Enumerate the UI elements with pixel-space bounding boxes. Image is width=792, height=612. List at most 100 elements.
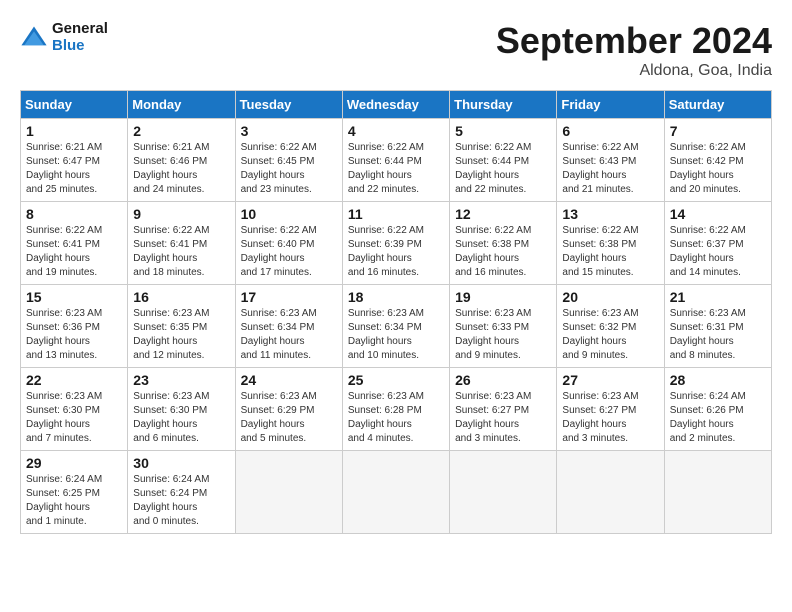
logo-icon: [20, 23, 48, 51]
header-row: Sunday Monday Tuesday Wednesday Thursday…: [21, 91, 772, 119]
col-friday: Friday: [557, 91, 664, 119]
day-number: 1: [26, 123, 122, 139]
calendar-week-1: 8 Sunrise: 6:22 AM Sunset: 6:41 PM Dayli…: [21, 202, 772, 285]
col-saturday: Saturday: [664, 91, 771, 119]
day-info: Sunrise: 6:23 AM Sunset: 6:36 PM Dayligh…: [26, 307, 122, 363]
calendar-cell: 20 Sunrise: 6:23 AM Sunset: 6:32 PM Dayl…: [557, 285, 664, 368]
calendar-cell: 15 Sunrise: 6:23 AM Sunset: 6:36 PM Dayl…: [21, 285, 128, 368]
page-header: General Blue September 2024 Aldona, Goa,…: [20, 20, 772, 80]
day-info: Sunrise: 6:23 AM Sunset: 6:31 PM Dayligh…: [670, 307, 766, 363]
day-info: Sunrise: 6:23 AM Sunset: 6:34 PM Dayligh…: [241, 307, 337, 363]
calendar-cell: 6 Sunrise: 6:22 AM Sunset: 6:43 PM Dayli…: [557, 119, 664, 202]
day-info: Sunrise: 6:24 AM Sunset: 6:26 PM Dayligh…: [670, 390, 766, 446]
day-number: 5: [455, 123, 551, 139]
col-tuesday: Tuesday: [235, 91, 342, 119]
calendar-cell: 14 Sunrise: 6:22 AM Sunset: 6:37 PM Dayl…: [664, 202, 771, 285]
day-info: Sunrise: 6:22 AM Sunset: 6:38 PM Dayligh…: [562, 224, 658, 280]
day-info: Sunrise: 6:23 AM Sunset: 6:35 PM Dayligh…: [133, 307, 229, 363]
day-number: 13: [562, 206, 658, 222]
day-info: Sunrise: 6:22 AM Sunset: 6:39 PM Dayligh…: [348, 224, 444, 280]
day-number: 14: [670, 206, 766, 222]
calendar-cell: 18 Sunrise: 6:23 AM Sunset: 6:34 PM Dayl…: [342, 285, 449, 368]
day-number: 9: [133, 206, 229, 222]
col-monday: Monday: [128, 91, 235, 119]
day-number: 16: [133, 289, 229, 305]
day-info: Sunrise: 6:23 AM Sunset: 6:28 PM Dayligh…: [348, 390, 444, 446]
day-info: Sunrise: 6:22 AM Sunset: 6:41 PM Dayligh…: [26, 224, 122, 280]
day-number: 3: [241, 123, 337, 139]
col-thursday: Thursday: [450, 91, 557, 119]
calendar-cell: [557, 451, 664, 534]
day-info: Sunrise: 6:23 AM Sunset: 6:30 PM Dayligh…: [26, 390, 122, 446]
calendar-cell: [450, 451, 557, 534]
month-title: September 2024: [496, 20, 772, 62]
day-number: 10: [241, 206, 337, 222]
day-number: 12: [455, 206, 551, 222]
calendar-cell: 27 Sunrise: 6:23 AM Sunset: 6:27 PM Dayl…: [557, 368, 664, 451]
day-info: Sunrise: 6:22 AM Sunset: 6:38 PM Dayligh…: [455, 224, 551, 280]
calendar-cell: 28 Sunrise: 6:24 AM Sunset: 6:26 PM Dayl…: [664, 368, 771, 451]
day-number: 29: [26, 455, 122, 471]
calendar-cell: 29 Sunrise: 6:24 AM Sunset: 6:25 PM Dayl…: [21, 451, 128, 534]
day-info: Sunrise: 6:23 AM Sunset: 6:34 PM Dayligh…: [348, 307, 444, 363]
calendar-cell: [342, 451, 449, 534]
calendar-cell: 9 Sunrise: 6:22 AM Sunset: 6:41 PM Dayli…: [128, 202, 235, 285]
day-number: 8: [26, 206, 122, 222]
calendar-cell: 23 Sunrise: 6:23 AM Sunset: 6:30 PM Dayl…: [128, 368, 235, 451]
calendar-cell: 12 Sunrise: 6:22 AM Sunset: 6:38 PM Dayl…: [450, 202, 557, 285]
day-number: 17: [241, 289, 337, 305]
day-number: 21: [670, 289, 766, 305]
day-info: Sunrise: 6:23 AM Sunset: 6:27 PM Dayligh…: [562, 390, 658, 446]
day-info: Sunrise: 6:21 AM Sunset: 6:47 PM Dayligh…: [26, 141, 122, 197]
calendar-cell: 16 Sunrise: 6:23 AM Sunset: 6:35 PM Dayl…: [128, 285, 235, 368]
day-info: Sunrise: 6:22 AM Sunset: 6:40 PM Dayligh…: [241, 224, 337, 280]
calendar-cell: 24 Sunrise: 6:23 AM Sunset: 6:29 PM Dayl…: [235, 368, 342, 451]
day-number: 30: [133, 455, 229, 471]
day-number: 26: [455, 372, 551, 388]
col-wednesday: Wednesday: [342, 91, 449, 119]
day-info: Sunrise: 6:22 AM Sunset: 6:42 PM Dayligh…: [670, 141, 766, 197]
day-number: 11: [348, 206, 444, 222]
calendar-cell: 11 Sunrise: 6:22 AM Sunset: 6:39 PM Dayl…: [342, 202, 449, 285]
day-number: 20: [562, 289, 658, 305]
calendar-cell: 17 Sunrise: 6:23 AM Sunset: 6:34 PM Dayl…: [235, 285, 342, 368]
calendar-cell: 10 Sunrise: 6:22 AM Sunset: 6:40 PM Dayl…: [235, 202, 342, 285]
calendar-cell: 26 Sunrise: 6:23 AM Sunset: 6:27 PM Dayl…: [450, 368, 557, 451]
calendar-cell: 3 Sunrise: 6:22 AM Sunset: 6:45 PM Dayli…: [235, 119, 342, 202]
day-number: 22: [26, 372, 122, 388]
calendar-cell: 5 Sunrise: 6:22 AM Sunset: 6:44 PM Dayli…: [450, 119, 557, 202]
day-info: Sunrise: 6:23 AM Sunset: 6:32 PM Dayligh…: [562, 307, 658, 363]
calendar-cell: [235, 451, 342, 534]
logo-text: General Blue: [52, 20, 108, 54]
day-info: Sunrise: 6:23 AM Sunset: 6:29 PM Dayligh…: [241, 390, 337, 446]
day-info: Sunrise: 6:22 AM Sunset: 6:37 PM Dayligh…: [670, 224, 766, 280]
day-info: Sunrise: 6:22 AM Sunset: 6:44 PM Dayligh…: [455, 141, 551, 197]
day-number: 27: [562, 372, 658, 388]
calendar-cell: 13 Sunrise: 6:22 AM Sunset: 6:38 PM Dayl…: [557, 202, 664, 285]
calendar-table: Sunday Monday Tuesday Wednesday Thursday…: [20, 90, 772, 534]
calendar-cell: 19 Sunrise: 6:23 AM Sunset: 6:33 PM Dayl…: [450, 285, 557, 368]
day-number: 28: [670, 372, 766, 388]
calendar-cell: 25 Sunrise: 6:23 AM Sunset: 6:28 PM Dayl…: [342, 368, 449, 451]
day-info: Sunrise: 6:23 AM Sunset: 6:30 PM Dayligh…: [133, 390, 229, 446]
day-number: 15: [26, 289, 122, 305]
calendar-cell: [664, 451, 771, 534]
calendar-cell: 2 Sunrise: 6:21 AM Sunset: 6:46 PM Dayli…: [128, 119, 235, 202]
day-info: Sunrise: 6:22 AM Sunset: 6:44 PM Dayligh…: [348, 141, 444, 197]
calendar-cell: 1 Sunrise: 6:21 AM Sunset: 6:47 PM Dayli…: [21, 119, 128, 202]
calendar-week-4: 29 Sunrise: 6:24 AM Sunset: 6:25 PM Dayl…: [21, 451, 772, 534]
day-number: 19: [455, 289, 551, 305]
day-info: Sunrise: 6:22 AM Sunset: 6:45 PM Dayligh…: [241, 141, 337, 197]
calendar-cell: 4 Sunrise: 6:22 AM Sunset: 6:44 PM Dayli…: [342, 119, 449, 202]
calendar-week-0: 1 Sunrise: 6:21 AM Sunset: 6:47 PM Dayli…: [21, 119, 772, 202]
calendar-week-3: 22 Sunrise: 6:23 AM Sunset: 6:30 PM Dayl…: [21, 368, 772, 451]
calendar-cell: 21 Sunrise: 6:23 AM Sunset: 6:31 PM Dayl…: [664, 285, 771, 368]
day-number: 24: [241, 372, 337, 388]
day-number: 2: [133, 123, 229, 139]
calendar-week-2: 15 Sunrise: 6:23 AM Sunset: 6:36 PM Dayl…: [21, 285, 772, 368]
day-info: Sunrise: 6:23 AM Sunset: 6:33 PM Dayligh…: [455, 307, 551, 363]
calendar-cell: 22 Sunrise: 6:23 AM Sunset: 6:30 PM Dayl…: [21, 368, 128, 451]
day-info: Sunrise: 6:22 AM Sunset: 6:41 PM Dayligh…: [133, 224, 229, 280]
day-info: Sunrise: 6:21 AM Sunset: 6:46 PM Dayligh…: [133, 141, 229, 197]
calendar-cell: 30 Sunrise: 6:24 AM Sunset: 6:24 PM Dayl…: [128, 451, 235, 534]
